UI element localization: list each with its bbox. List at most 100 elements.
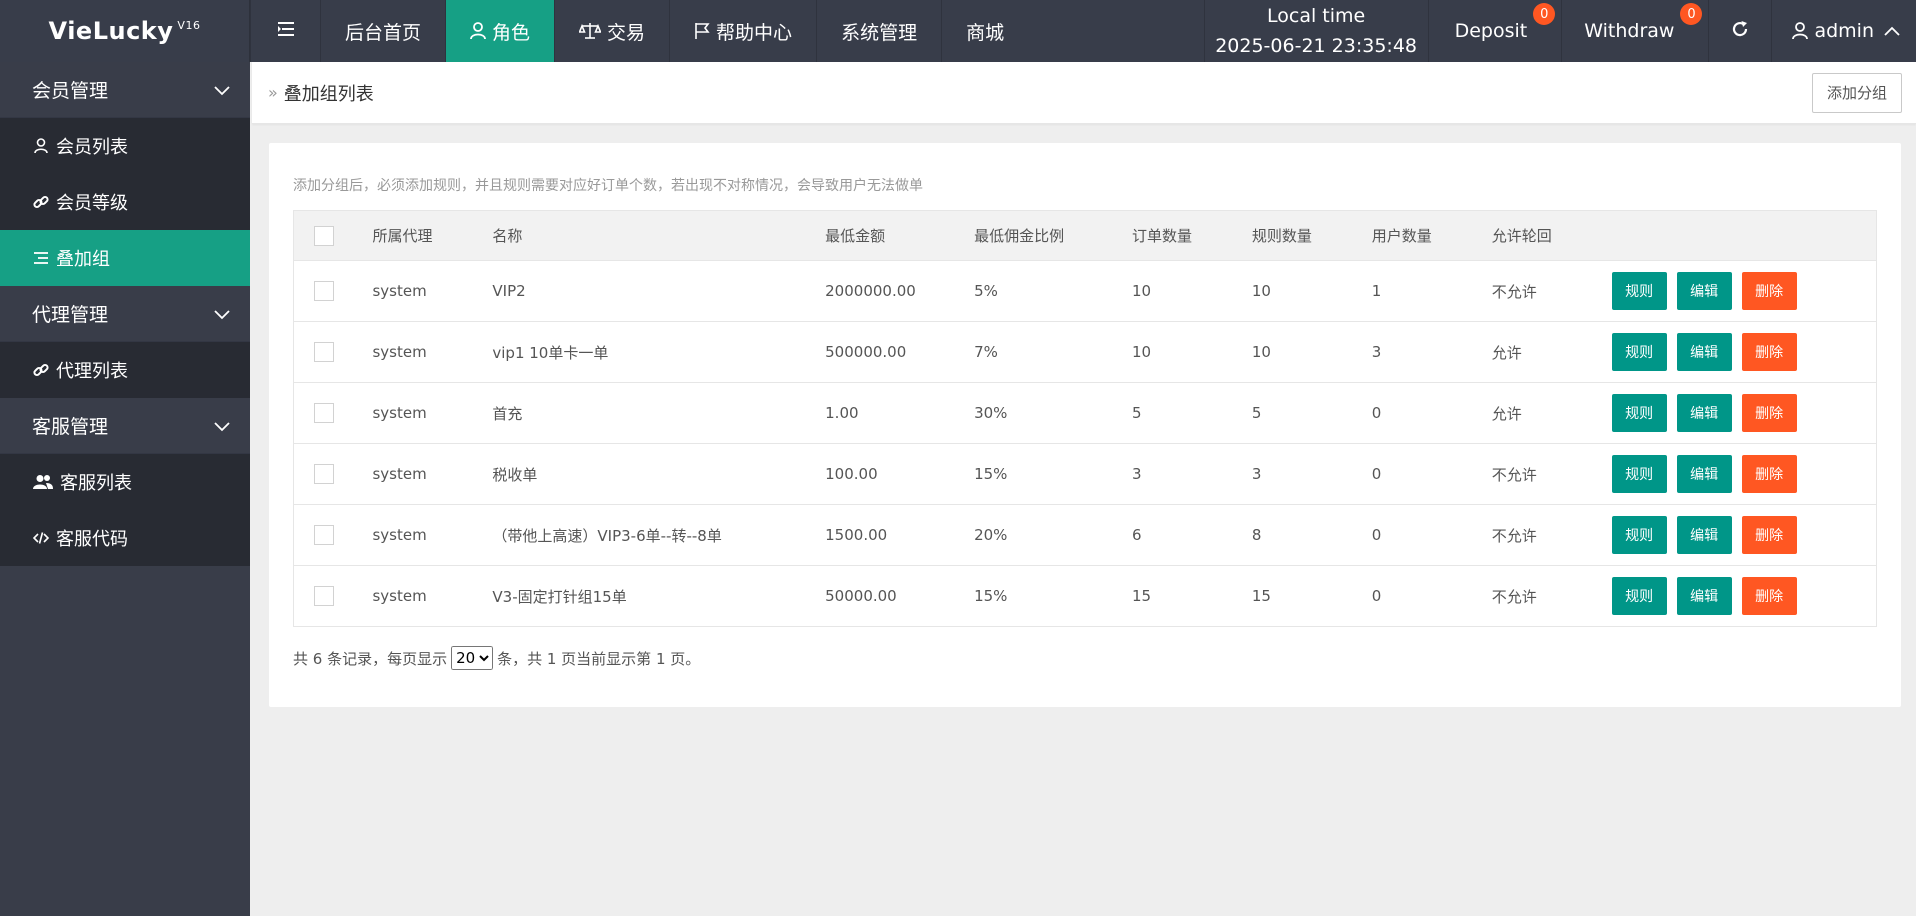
nav-role[interactable]: 角色: [445, 0, 555, 62]
row-checkbox-cell: [293, 443, 373, 505]
rule-button[interactable]: 规则: [1611, 333, 1667, 371]
row-checkbox[interactable]: [314, 464, 334, 484]
user-menu[interactable]: admin: [1771, 0, 1916, 62]
add-group-button[interactable]: 添加分组: [1811, 72, 1902, 113]
table-row: system 税收单 100.00 15% 3 3 0 不允许 规则 编辑 删除: [293, 443, 1877, 505]
local-time: Local time 2025-06-21 23:35:48: [1203, 0, 1428, 62]
logo[interactable]: VieLucky V16: [0, 0, 250, 62]
flag-icon: [694, 22, 710, 40]
chevron-down-icon: [214, 79, 230, 101]
cell-users: 3: [1371, 321, 1492, 383]
sidebar-item-overlay-group[interactable]: 叠加组: [0, 230, 250, 286]
refresh-button[interactable]: [1708, 0, 1771, 62]
cell-users: 0: [1371, 443, 1492, 505]
cell-loop: 允许: [1491, 382, 1612, 444]
local-time-value: 2025-06-21 23:35:48: [1215, 35, 1417, 57]
edit-button[interactable]: 编辑: [1676, 394, 1732, 432]
page-size-select[interactable]: 20: [451, 646, 494, 670]
cell-min-amount: 100.00: [825, 443, 975, 505]
code-icon: [32, 531, 50, 545]
menu-fold-icon: [276, 20, 296, 43]
logo-version: V16: [177, 18, 201, 32]
user-name: admin: [1814, 20, 1874, 42]
table-row: system 首充 1.00 30% 5 5 0 允许 规则 编辑 删除: [293, 382, 1877, 444]
cell-actions: 规则 编辑 删除: [1611, 443, 1877, 505]
cell-min-rate: 20%: [974, 504, 1132, 566]
user-icon: [1792, 22, 1809, 40]
select-all-checkbox[interactable]: [314, 225, 334, 246]
nav-home[interactable]: 后台首页: [320, 0, 445, 62]
rule-button[interactable]: 规则: [1611, 394, 1667, 432]
nav-trade[interactable]: 交易: [554, 0, 669, 62]
delete-button[interactable]: 删除: [1741, 394, 1797, 432]
rule-button[interactable]: 规则: [1611, 272, 1667, 310]
edit-button[interactable]: 编辑: [1676, 455, 1732, 493]
edit-button[interactable]: 编辑: [1676, 272, 1732, 310]
nav-shop[interactable]: 商城: [941, 0, 1028, 62]
cell-name: VIP2: [492, 260, 826, 322]
sidebar-group-member[interactable]: 会员管理: [0, 62, 250, 118]
rule-button[interactable]: 规则: [1611, 516, 1667, 554]
column-header: 名称: [492, 210, 826, 261]
edit-button[interactable]: 编辑: [1676, 333, 1732, 371]
delete-button[interactable]: 删除: [1741, 516, 1797, 554]
edit-button[interactable]: 编辑: [1676, 577, 1732, 615]
cell-rules: 10: [1251, 260, 1372, 322]
sidebar-item-member-level[interactable]: 会员等级: [0, 174, 250, 230]
cell-orders: 3: [1131, 443, 1252, 505]
cell-loop: 不允许: [1491, 565, 1612, 627]
cell-actions: 规则 编辑 删除: [1611, 382, 1877, 444]
rule-button[interactable]: 规则: [1611, 455, 1667, 493]
cell-users: 0: [1371, 565, 1492, 627]
sidebar-group-agent[interactable]: 代理管理: [0, 286, 250, 342]
withdraw-label: Withdraw: [1584, 20, 1675, 42]
delete-button[interactable]: 删除: [1741, 272, 1797, 310]
sidebar-item-label: 会员等级: [56, 193, 128, 214]
list-icon: [32, 251, 50, 265]
pager-prefix: 共 6 条记录，每页显示: [293, 649, 448, 668]
logo-text: VieLucky: [48, 17, 174, 45]
table-row: system vip1 10单卡一单 500000.00 7% 10 10 3 …: [293, 321, 1877, 383]
nav-help[interactable]: 帮助中心: [669, 0, 816, 62]
withdraw-button[interactable]: Withdraw 0: [1561, 0, 1708, 62]
sidebar-group-service[interactable]: 客服管理: [0, 398, 250, 454]
delete-button[interactable]: 删除: [1741, 333, 1797, 371]
chevron-down-icon: [214, 303, 230, 325]
cell-name: 税收单: [492, 443, 826, 505]
sidebar-item-agent-list[interactable]: 代理列表: [0, 342, 250, 398]
sidebar-item-service-code[interactable]: 客服代码: [0, 510, 250, 566]
row-checkbox[interactable]: [314, 586, 334, 606]
sidebar-item-member-list[interactable]: 会员列表: [0, 118, 250, 174]
deposit-label: Deposit: [1454, 20, 1528, 42]
row-checkbox[interactable]: [314, 403, 334, 423]
row-checkbox[interactable]: [314, 281, 334, 301]
chevron-up-icon: [1884, 26, 1900, 36]
cell-agent: system: [372, 504, 493, 566]
cell-min-amount: 2000000.00: [825, 260, 975, 322]
cell-min-amount: 1500.00: [825, 504, 975, 566]
rule-button[interactable]: 规则: [1611, 577, 1667, 615]
delete-button[interactable]: 删除: [1741, 455, 1797, 493]
row-checkbox[interactable]: [314, 342, 334, 362]
cell-min-rate: 30%: [974, 382, 1132, 444]
edit-button[interactable]: 编辑: [1676, 516, 1732, 554]
cell-name: 首充: [492, 382, 826, 444]
menu-toggle-button[interactable]: [250, 0, 320, 62]
cell-actions: 规则 编辑 删除: [1611, 260, 1877, 322]
sidebar-item-service-list[interactable]: 客服列表: [0, 454, 250, 510]
deposit-button[interactable]: Deposit 0: [1427, 0, 1562, 62]
row-checkbox-cell: [293, 382, 373, 444]
column-header: 用户数量: [1371, 210, 1492, 261]
cell-loop: 不允许: [1491, 443, 1612, 505]
column-header: 订单数量: [1131, 210, 1252, 261]
row-checkbox[interactable]: [314, 525, 334, 545]
breadcrumb: » 叠加组列表: [268, 80, 374, 106]
delete-button[interactable]: 删除: [1741, 577, 1797, 615]
cell-rules: 10: [1251, 321, 1372, 383]
cell-min-amount: 500000.00: [825, 321, 975, 383]
group-table: 所属代理 名称 最低金额 最低佣金比例 订单数量 规则数量 用户数量 允许轮回 …: [293, 210, 1877, 627]
sidebar: 会员管理 会员列表 会员等级 叠加组 代理管理 代理列表 客服管理 客服列表 客…: [0, 62, 250, 916]
cell-users: 0: [1371, 382, 1492, 444]
nav-system[interactable]: 系统管理: [816, 0, 941, 62]
cell-loop: 不允许: [1491, 260, 1612, 322]
